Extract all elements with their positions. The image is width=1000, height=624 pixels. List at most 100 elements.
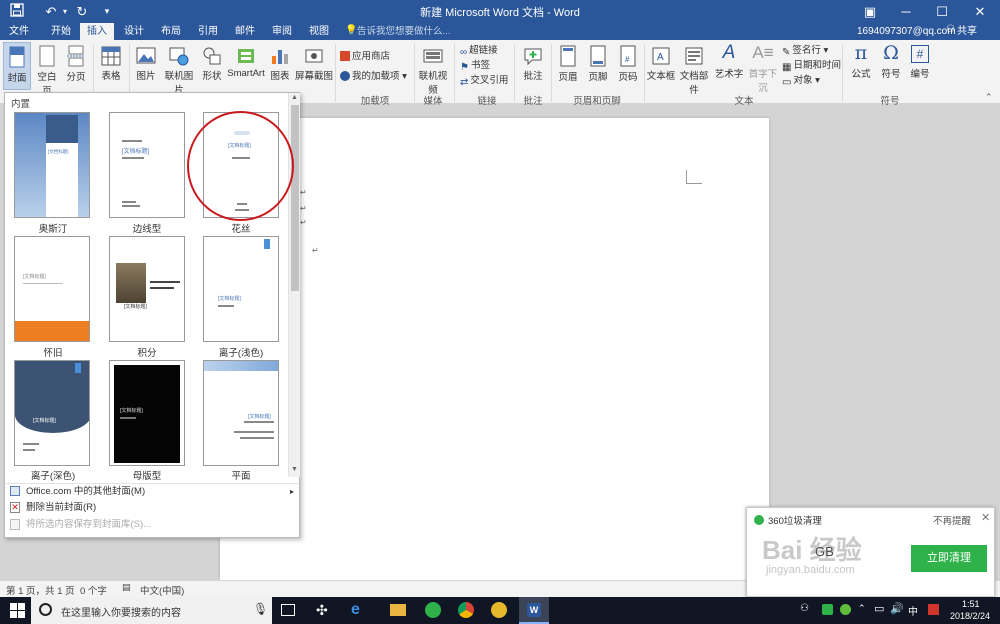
shapes-button[interactable]: 形状 [199, 42, 225, 90]
my-addins-button[interactable]: 我的加载项 ▾ [340, 70, 407, 83]
scroll-thumb[interactable] [291, 105, 299, 291]
language-indicator[interactable]: 中文(中国) [140, 583, 184, 597]
word-taskbar-button[interactable]: W [519, 597, 549, 624]
dismiss-link[interactable]: 不再提醒 [933, 513, 971, 527]
screenshot-button[interactable]: 屏幕截图 [295, 42, 333, 90]
wordart-button[interactable]: A 艺术字 [713, 42, 745, 90]
volume-icon[interactable]: 🔊 [890, 602, 904, 615]
pictures-button[interactable]: 图片 [133, 42, 159, 90]
bookmark-button[interactable]: ⚑ 书签 [460, 59, 490, 73]
network-icon[interactable]: ▭ [874, 602, 884, 615]
comment-icon [524, 48, 542, 66]
360-browser-icon[interactable] [425, 602, 441, 618]
store-button[interactable]: 应用商店 [340, 50, 390, 63]
thumb-title-text: [文档标题] [48, 149, 69, 154]
share-button[interactable]: 共享 [957, 24, 977, 39]
edge-browser-icon[interactable]: e [351, 601, 360, 619]
remove-cover-item[interactable]: ✕ 删除当前封面(R) [6, 500, 298, 516]
date-time-button[interactable]: ▦ 日期和时间 [782, 59, 841, 73]
smartart-button[interactable]: SmartArt [227, 42, 265, 90]
signature-line-button[interactable]: ✎ 签名行 ▾ [782, 44, 828, 58]
ime-indicator[interactable]: 中 [908, 603, 918, 618]
chrome-icon[interactable] [458, 602, 474, 618]
quick-parts-button[interactable]: 文档部件 [677, 42, 711, 96]
file-explorer-icon[interactable] [390, 604, 406, 616]
proofing-icon[interactable]: ▤ [122, 582, 131, 593]
cover-thumb-motion[interactable]: [文档标题] [109, 360, 185, 466]
app-icon-fan[interactable]: ✣ [316, 602, 328, 619]
360-security-icon[interactable] [491, 602, 507, 618]
tab-home[interactable]: 开始 [45, 23, 77, 40]
symbol-button[interactable]: Ω 符号 [877, 42, 905, 90]
cover-label-motion: 母版型 [132, 471, 162, 482]
customize-icon[interactable]: ▾ [100, 3, 114, 20]
taskbar: 在这里输入你要搜索的内容 🎙 ✣ e W ⚇ ⌃ ▭ 🔊 中 1:51 2018… [0, 597, 1000, 624]
task-view-icon[interactable] [281, 604, 295, 616]
cross-reference-button[interactable]: ⇄ 交叉引用 [460, 74, 508, 88]
clock-date[interactable]: 2018/2/24 [950, 611, 990, 621]
cover-thumb-austin[interactable]: [文档标题] [14, 112, 90, 218]
equation-button[interactable]: π 公式 [846, 42, 876, 90]
save-icon[interactable] [8, 3, 26, 20]
text-box-button[interactable]: A 文本框 [646, 42, 676, 90]
numbering-button[interactable]: # 编号 [906, 42, 934, 90]
drop-cap-button[interactable]: A≡ 首字下沉 [746, 42, 780, 94]
cover-thumb-sideline[interactable]: [文档标题] [109, 112, 185, 218]
watermark-logo: Bai 经验 [762, 535, 862, 565]
cover-thumb-ion-light[interactable]: [文档标题] [203, 236, 279, 342]
taskbar-search[interactable]: 在这里输入你要搜索的内容 🎙 [31, 597, 272, 624]
minimize-button[interactable]: ─ [888, 0, 924, 23]
clean-now-button[interactable]: 立即清理 [911, 545, 987, 572]
clock-time[interactable]: 1:51 [962, 599, 980, 609]
blank-page-button[interactable]: 空白页 [33, 42, 61, 97]
tray-red-icon[interactable] [928, 604, 939, 615]
collapse-ribbon-icon[interactable]: ⌃ [985, 92, 993, 103]
microphone-icon[interactable]: 🎙 [253, 602, 268, 616]
tray-chevron-icon[interactable]: ⌃ [858, 603, 866, 614]
tab-mailings[interactable]: 邮件 [229, 23, 261, 40]
tab-file[interactable]: 文件 [4, 23, 34, 40]
close-button[interactable]: ✕ [962, 0, 998, 23]
online-pictures-button[interactable]: 联机图片 [161, 42, 197, 96]
undo-icon[interactable]: ↶ [40, 3, 62, 20]
maximize-button[interactable]: ☐ [924, 0, 960, 23]
account-name[interactable]: 1694097307@qq.com [857, 24, 956, 39]
tab-layout[interactable]: 布局 [155, 23, 187, 40]
tell-me-input[interactable]: 告诉我您想要做什么... [357, 24, 450, 39]
page-count[interactable]: 第 1 页，共 1 页 [6, 583, 75, 597]
tray-app-icon[interactable] [822, 604, 833, 615]
online-video-button[interactable]: 联机视频 [416, 42, 450, 96]
document-page[interactable]: ↵ ↵ ↵ ↵ [220, 118, 769, 580]
scroll-up-icon[interactable]: ▲ [291, 94, 298, 101]
cover-thumb-integral[interactable]: [文档标题] [109, 236, 185, 342]
page-break-button[interactable]: 分页 [63, 42, 89, 90]
object-button[interactable]: ▭ 对象 ▾ [782, 74, 820, 88]
word-count[interactable]: 0 个字 [80, 583, 107, 597]
comment-button[interactable]: 批注 [518, 42, 548, 90]
hyperlink-button[interactable]: ∞ 超链接 [460, 44, 498, 58]
cover-thumb-ion-dark[interactable]: [文档标题] [14, 360, 90, 466]
tab-review[interactable]: 审阅 [266, 23, 298, 40]
redo-icon[interactable]: ↻ [72, 3, 92, 20]
chart-button[interactable]: 图表 [267, 42, 293, 90]
cover-page-button[interactable]: 封面 [3, 42, 31, 90]
scroll-down-icon[interactable]: ▼ [291, 466, 298, 473]
header-button[interactable]: 页眉 [554, 42, 582, 90]
tab-insert[interactable]: 插入 [80, 23, 114, 40]
table-button[interactable]: 表格 [97, 42, 125, 90]
tray-app-icon-2[interactable] [840, 604, 851, 615]
cover-thumb-facet[interactable]: [文档标题] [203, 360, 279, 466]
dropdown-icon[interactable]: ▾ [60, 3, 70, 20]
windows-start-icon[interactable] [10, 603, 25, 621]
more-covers-office-item[interactable]: Office.com 中的其他封面(M) ▸ [6, 483, 298, 499]
page-number-button[interactable]: # 页码 [614, 42, 642, 90]
ribbon-display-button[interactable]: ▣ [852, 0, 888, 23]
people-icon[interactable]: ⚇ [800, 603, 809, 614]
cover-thumb-retrospect[interactable]: [文档标题] [14, 236, 90, 342]
close-icon[interactable]: ✕ [981, 511, 990, 524]
tab-references[interactable]: 引用 [192, 23, 224, 40]
tab-view[interactable]: 视图 [303, 23, 335, 40]
footer-button[interactable]: 页脚 [584, 42, 612, 90]
tab-design[interactable]: 设计 [118, 23, 150, 40]
chart-label: 图表 [270, 71, 290, 82]
